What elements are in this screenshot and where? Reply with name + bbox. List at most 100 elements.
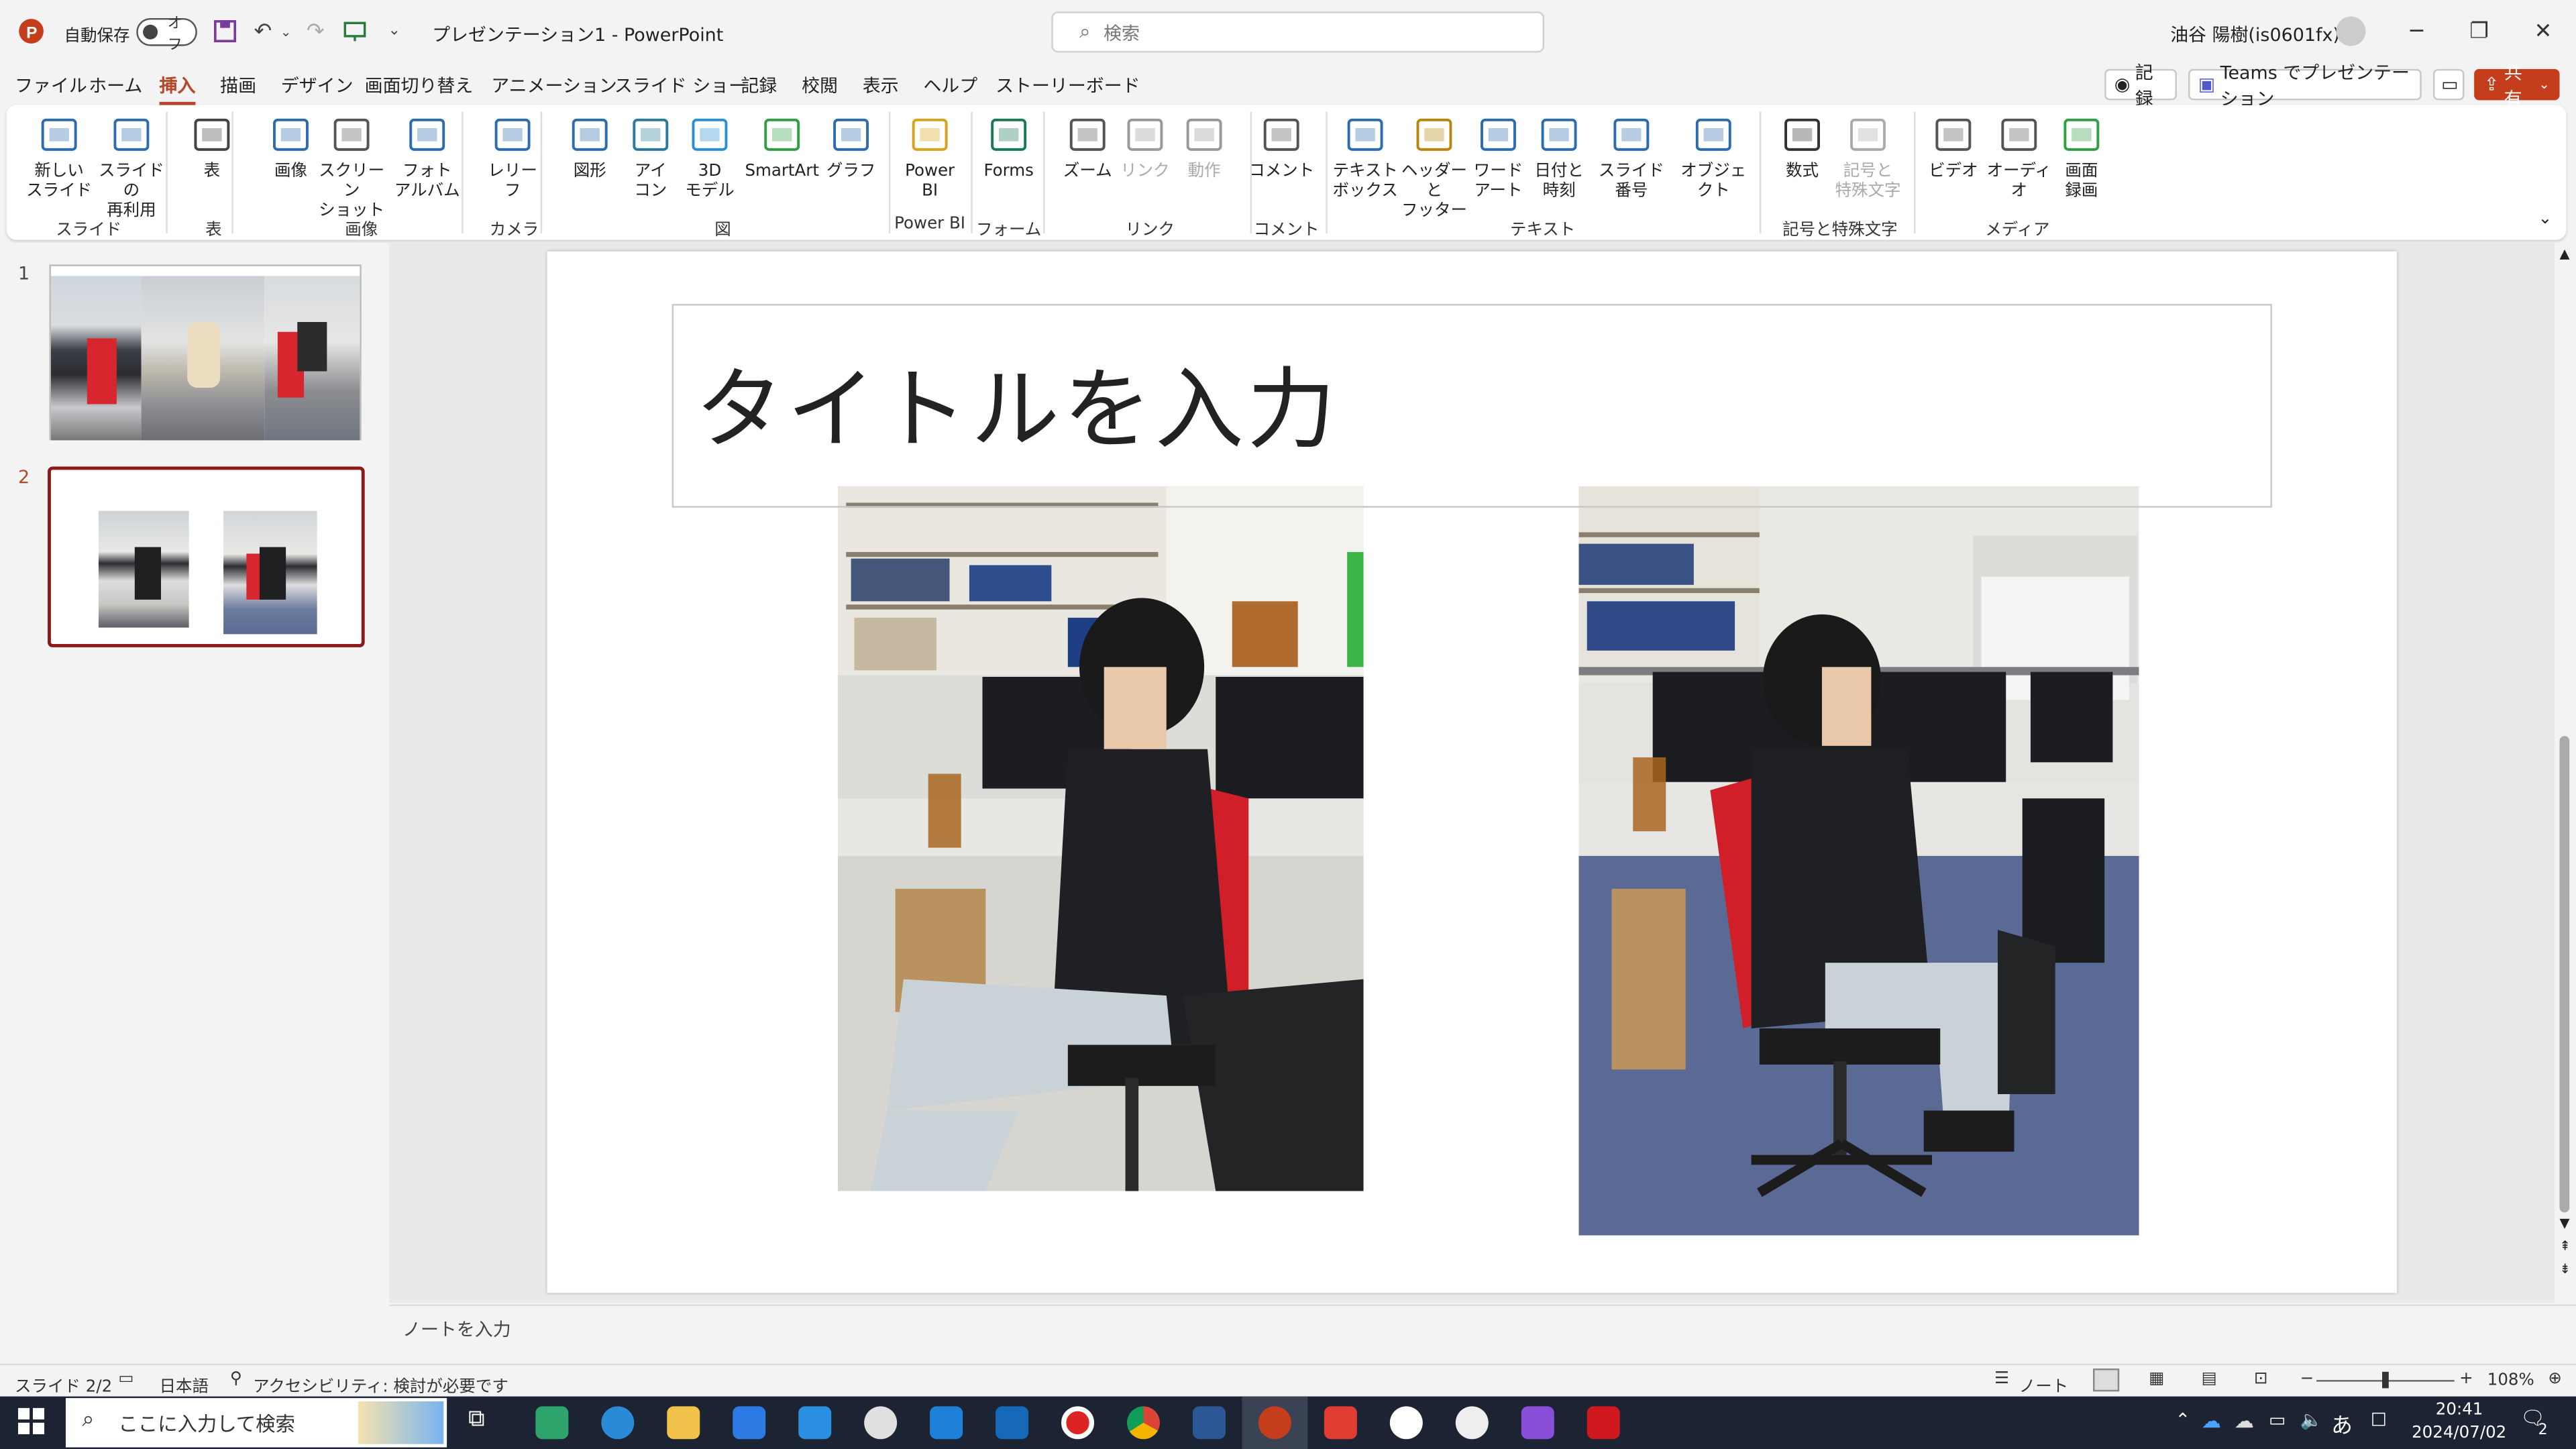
edge-icon[interactable] — [601, 1406, 635, 1440]
onedrive-error-icon[interactable]: ☁ — [2235, 1409, 2254, 1432]
ribbon-button-reuse-slides[interactable]: スライドの 再利用 — [92, 115, 171, 221]
avatar[interactable] — [2336, 16, 2366, 46]
tab-animations[interactable]: アニメーション — [491, 72, 617, 99]
language-status[interactable]: 日本語 — [160, 1372, 209, 1397]
volume-icon[interactable]: 🔈 — [2300, 1409, 2323, 1431]
slack-icon[interactable] — [864, 1406, 898, 1440]
windows-start-icon[interactable] — [17, 1407, 45, 1434]
ribbon-button-3d-model[interactable]: 3D モデル — [670, 115, 749, 202]
file-explorer-icon[interactable] — [667, 1406, 700, 1440]
record-button[interactable]: ◉ 記録 — [2104, 62, 2177, 109]
network-icon[interactable]: ▭ — [2269, 1409, 2286, 1431]
ribbon-button-textbox[interactable]: テキスト ボックス — [1326, 115, 1405, 202]
clock-date[interactable]: 2024/07/02 — [2412, 1424, 2506, 1442]
acrobat-icon[interactable] — [1587, 1406, 1620, 1440]
tab-record[interactable]: 記録 — [741, 72, 777, 99]
ribbon-button-chart[interactable]: グラフ — [812, 115, 891, 182]
ribbon-button-screen-recording[interactable]: 画面 録画 — [2042, 115, 2121, 202]
ribbon-button-new-slide[interactable]: 新しい スライド — [19, 115, 99, 202]
clipchamp-icon[interactable] — [1521, 1406, 1554, 1440]
tab-design[interactable]: デザイン — [281, 72, 354, 99]
ribbon-button-screenshot[interactable]: スクリーン ショット — [312, 115, 391, 221]
vscode-icon[interactable] — [930, 1406, 963, 1440]
fit-to-window-icon[interactable]: ⊕ — [2548, 1370, 2562, 1388]
undo-dropdown-icon[interactable]: ⌄ — [279, 16, 292, 46]
powerpoint-taskbar-icon[interactable] — [1258, 1406, 1291, 1440]
present-from-start-icon[interactable] — [341, 16, 368, 46]
slide-thumbnail-1[interactable] — [49, 264, 362, 441]
autosave-toggle[interactable]: オフ — [136, 15, 197, 54]
onedrive-icon[interactable]: ☁ — [2202, 1409, 2221, 1432]
mail-icon[interactable] — [798, 1406, 832, 1440]
ribbon-button-table[interactable]: 表 — [172, 115, 252, 182]
user-name[interactable]: 油谷 陽樹(is0601fx) — [2170, 21, 2340, 48]
tab-insert[interactable]: 挿入 — [159, 72, 196, 105]
task-view-icon[interactable]: ⧉ — [468, 1406, 484, 1432]
ribbon-button-forms[interactable]: Forms — [969, 115, 1049, 182]
slide-title-text[interactable]: タイトルを入力 — [695, 337, 1339, 466]
undo-icon[interactable]: ↶ — [250, 16, 276, 46]
ribbon-button-photo-album[interactable]: フォト アルバム — [388, 115, 467, 202]
tab-help[interactable]: ヘルプ — [923, 72, 977, 99]
anydesk-icon[interactable] — [1324, 1406, 1357, 1440]
search-box[interactable]: ⌕ 検索 — [1051, 11, 1545, 53]
tab-draw[interactable]: 描画 — [220, 72, 256, 99]
tab-home[interactable]: ホーム — [89, 72, 142, 99]
github-icon[interactable] — [1389, 1406, 1423, 1440]
ribbon-button-date-time[interactable]: 日付と 時刻 — [1519, 115, 1599, 202]
store-icon[interactable] — [733, 1406, 766, 1440]
ribbon-button-slide-number[interactable]: スライド番号 — [1592, 115, 1671, 202]
slide-sorter-icon[interactable]: ▦ — [2149, 1370, 2164, 1388]
slide-thumbnail-2[interactable] — [48, 466, 365, 647]
tab-transitions[interactable]: 画面切り替え — [365, 72, 474, 99]
redo-icon[interactable]: ↷ — [303, 16, 329, 46]
slide-photo-2[interactable] — [1578, 486, 2139, 1236]
comments-button[interactable]: ▭ — [2432, 68, 2465, 101]
zoom-slider-thumb[interactable] — [2382, 1371, 2389, 1389]
scroll-thumb[interactable] — [2559, 736, 2570, 1213]
next-slide-icon[interactable]: ⇟ — [2560, 1262, 2571, 1277]
notes-icon[interactable]: ☰ — [1994, 1370, 2009, 1388]
ribbon-button-symbol[interactable]: 記号と 特殊文字 — [1829, 115, 1908, 202]
ribbon-button-object[interactable]: オブジェクト — [1674, 115, 1754, 202]
zoom-in-icon[interactable]: + — [2459, 1370, 2473, 1388]
tab-review[interactable]: 校閲 — [802, 72, 838, 99]
customize-qat-icon[interactable]: ⌄ — [384, 16, 404, 46]
notes-pane[interactable]: ノートを入力 — [389, 1304, 2576, 1360]
notes-toggle[interactable]: ノート — [2019, 1372, 2068, 1397]
share-button[interactable]: ⇪ 共有 ⌄ — [2474, 62, 2560, 109]
media-player-icon[interactable] — [1455, 1406, 1489, 1440]
scroll-down-icon[interactable]: ▼ — [2560, 1216, 2570, 1230]
recorder-icon[interactable] — [1061, 1406, 1095, 1440]
tab-storyboard[interactable]: ストーリーボード — [996, 72, 1140, 99]
chrome-icon[interactable] — [1127, 1406, 1160, 1440]
accessibility-icon[interactable]: ⚲ — [230, 1370, 242, 1388]
save-icon[interactable] — [210, 16, 239, 46]
vertical-scrollbar[interactable]: ▲ ▼ ⇞ ⇟ — [2555, 243, 2576, 1305]
collapse-ribbon-icon[interactable]: ⌄ — [2538, 210, 2553, 228]
edge-dev-icon[interactable] — [535, 1406, 569, 1440]
ribbon-button-comment[interactable]: コメント — [1242, 115, 1321, 182]
zoom-out-icon[interactable]: − — [2300, 1370, 2314, 1388]
restore-icon[interactable]: ❐ — [2455, 13, 2504, 50]
minimize-icon[interactable]: ─ — [2392, 13, 2441, 50]
ime-mode-icon[interactable]: ☐ — [2371, 1409, 2387, 1431]
word-icon[interactable] — [1192, 1406, 1226, 1440]
zoom-level[interactable]: 108% — [2487, 1372, 2534, 1390]
tab-slideshow[interactable]: スライド ショー — [614, 72, 747, 99]
tab-view[interactable]: 表示 — [863, 72, 899, 99]
normal-view-icon[interactable] — [2093, 1368, 2120, 1392]
clock-time[interactable]: 20:41 — [2434, 1401, 2483, 1419]
ime-indicator[interactable]: あ — [2331, 1408, 2353, 1440]
ribbon-button-action[interactable]: 動作 — [1165, 115, 1244, 182]
close-icon[interactable]: ✕ — [2518, 13, 2567, 50]
outlook-icon[interactable] — [996, 1406, 1029, 1440]
spelling-icon[interactable]: ▭ — [118, 1370, 133, 1388]
slide-photo-1[interactable] — [837, 486, 1364, 1191]
previous-slide-icon[interactable]: ⇞ — [2560, 1239, 2571, 1254]
reading-view-icon[interactable]: ▤ — [2202, 1370, 2217, 1388]
tab-file[interactable]: ファイル — [15, 72, 87, 99]
teams-present-button[interactable]: ▣ Teams でプレゼンテーション — [2188, 62, 2422, 109]
accessibility-status[interactable]: アクセシビリティ: 検討が必要です — [253, 1372, 508, 1397]
ribbon-button-power-bi[interactable]: Power BI — [890, 115, 969, 202]
